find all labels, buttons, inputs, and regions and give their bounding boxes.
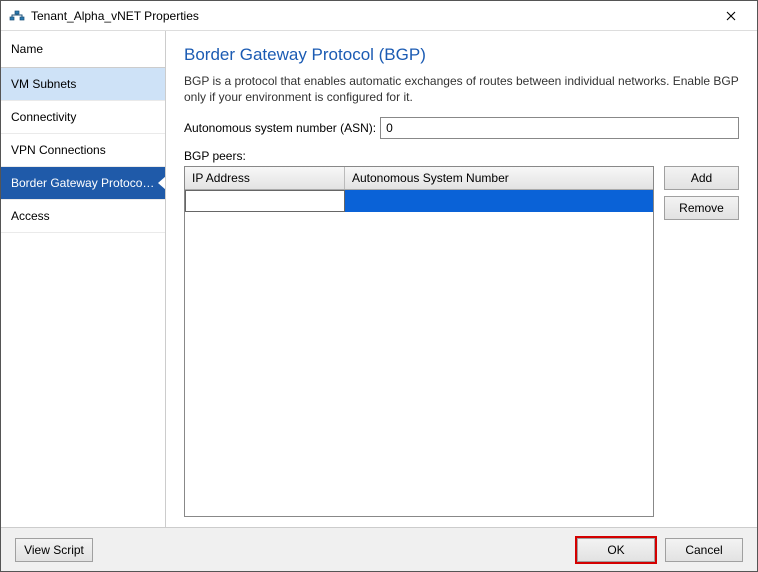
add-button[interactable]: Add — [664, 166, 739, 190]
sidebar-item-connectivity[interactable]: Connectivity — [1, 101, 165, 134]
cell-asn[interactable] — [345, 190, 653, 212]
view-script-button[interactable]: View Script — [15, 538, 93, 562]
sidebar-item-bgp[interactable]: Border Gateway Protocol... — [1, 167, 165, 200]
sidebar-item-vpn-connections[interactable]: VPN Connections — [1, 134, 165, 167]
asn-label: Autonomous system number (ASN): — [184, 121, 376, 135]
window-title: Tenant_Alpha_vNET Properties — [31, 9, 711, 23]
dialog-body: Name VM Subnets Connectivity VPN Connect… — [1, 31, 757, 527]
peers-label: BGP peers: — [184, 149, 739, 163]
sidebar-item-label: Border Gateway Protocol... — [11, 176, 155, 190]
titlebar: Tenant_Alpha_vNET Properties — [1, 1, 757, 31]
remove-button[interactable]: Remove — [664, 196, 739, 220]
network-icon — [9, 8, 25, 24]
sidebar-header: Name — [1, 31, 165, 68]
table-row[interactable] — [185, 190, 653, 212]
properties-dialog: Tenant_Alpha_vNET Properties Name VM Sub… — [0, 0, 758, 572]
content-pane: Border Gateway Protocol (BGP) BGP is a p… — [166, 31, 757, 527]
sidebar-item-label: Access — [11, 209, 50, 223]
cancel-button[interactable]: Cancel — [665, 538, 743, 562]
page-heading: Border Gateway Protocol (BGP) — [184, 45, 739, 65]
peers-grid[interactable]: IP Address Autonomous System Number — [184, 166, 654, 517]
ok-button[interactable]: OK — [577, 538, 655, 562]
sidebar-item-label: Connectivity — [11, 110, 76, 124]
cell-ip — [185, 190, 345, 212]
sidebar-item-vm-subnets[interactable]: VM Subnets — [1, 68, 165, 101]
column-header-asn[interactable]: Autonomous System Number — [345, 167, 653, 189]
column-header-ip[interactable]: IP Address — [185, 167, 345, 189]
dialog-footer: View Script OK Cancel — [1, 527, 757, 571]
sidebar-item-label: VPN Connections — [11, 143, 106, 157]
sidebar-item-label: VM Subnets — [11, 77, 76, 91]
peers-area: IP Address Autonomous System Number Add — [184, 166, 739, 517]
sidebar: Name VM Subnets Connectivity VPN Connect… — [1, 31, 166, 527]
sidebar-item-access[interactable]: Access — [1, 200, 165, 233]
asn-input[interactable] — [380, 117, 739, 139]
grid-body — [185, 190, 653, 516]
ip-edit-input[interactable] — [185, 190, 345, 212]
grid-side-buttons: Add Remove — [664, 166, 739, 517]
page-description: BGP is a protocol that enables automatic… — [184, 73, 739, 105]
close-button[interactable] — [711, 2, 751, 30]
close-icon — [726, 11, 736, 21]
grid-header: IP Address Autonomous System Number — [185, 167, 653, 190]
asn-row: Autonomous system number (ASN): — [184, 117, 739, 139]
